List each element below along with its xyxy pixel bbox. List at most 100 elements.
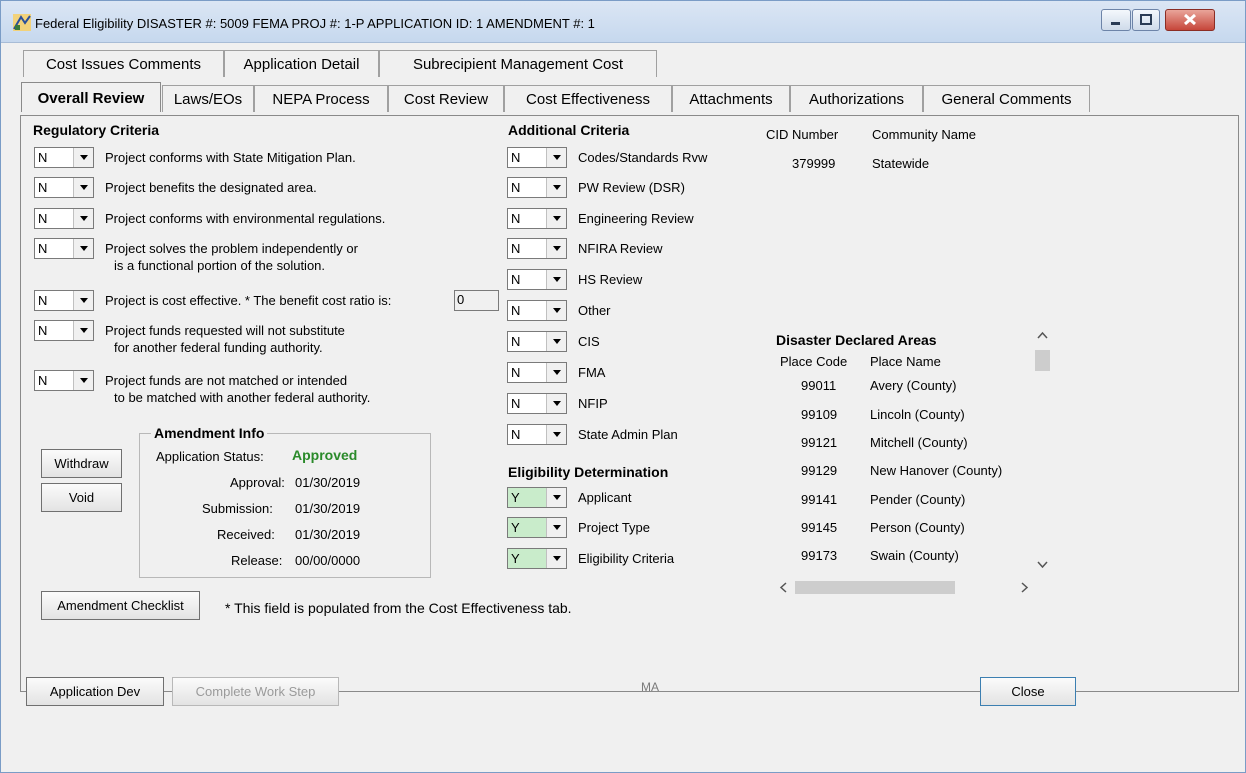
additional-label-engineering: Engineering Review — [578, 211, 694, 226]
tab-attachments[interactable]: Attachments — [672, 85, 790, 112]
tab-laws-eos[interactable]: Laws/EOs — [162, 85, 254, 112]
chevron-down-icon — [73, 148, 93, 167]
combo-value: N — [511, 150, 521, 165]
tab-overall-review[interactable]: Overall Review — [21, 82, 161, 112]
combo-value: N — [38, 293, 48, 308]
eligibility-combo-applicant[interactable]: Y — [507, 487, 567, 508]
minimize-icon — [1111, 22, 1120, 25]
withdraw-button[interactable]: Withdraw — [41, 449, 122, 478]
additional-combo-nfira[interactable]: N — [507, 238, 567, 259]
tab-application-detail[interactable]: Application Detail — [224, 50, 379, 77]
approval-date: 01/30/2019 — [295, 475, 361, 490]
tab-cost-review[interactable]: Cost Review — [388, 85, 504, 112]
place-name: Mitchell (County) — [870, 435, 968, 450]
place-code-header: Place Code — [780, 354, 848, 369]
chevron-down-icon — [73, 321, 93, 340]
tab-subrecipient-management-cost[interactable]: Subrecipient Management Cost — [379, 50, 657, 77]
eligibility-label-applicant: Applicant — [578, 490, 632, 505]
combo-value: N — [511, 427, 521, 442]
additional-label-hs: HS Review — [578, 272, 643, 287]
tab-cost-issues-comments[interactable]: Cost Issues Comments — [23, 50, 224, 77]
combo-value: Y — [511, 551, 520, 566]
regulatory-combo-5[interactable]: N — [34, 290, 94, 311]
tab-authorizations[interactable]: Authorizations — [790, 85, 923, 112]
regulatory-label-4: Project solves the problem independently… — [105, 241, 358, 256]
chevron-up-icon[interactable] — [1034, 327, 1051, 343]
application-dev-button[interactable]: Application Dev — [26, 677, 164, 706]
void-button[interactable]: Void — [41, 483, 122, 512]
chevron-down-icon[interactable] — [1034, 557, 1051, 573]
place-code: 99129 — [801, 463, 838, 478]
chevron-down-icon — [73, 209, 93, 228]
regulatory-combo-7[interactable]: N — [34, 370, 94, 391]
chevron-left-icon[interactable] — [776, 579, 792, 596]
additional-label-nfip: NFIP — [578, 396, 608, 411]
regulatory-combo-1[interactable]: N — [34, 147, 94, 168]
additional-combo-state-admin[interactable]: N — [507, 424, 567, 445]
regulatory-label-6-line2: for another federal funding authority. — [114, 340, 323, 355]
place-name: Lincoln (County) — [870, 407, 965, 422]
place-code: 99145 — [801, 520, 838, 535]
additional-combo-codes[interactable]: N — [507, 147, 567, 168]
close-icon — [1183, 13, 1197, 26]
combo-value: N — [511, 272, 521, 287]
additional-combo-pw-review[interactable]: N — [507, 177, 567, 198]
eligibility-combo-criteria[interactable]: Y — [507, 548, 567, 569]
chevron-down-icon — [546, 209, 566, 228]
regulatory-combo-3[interactable]: N — [34, 208, 94, 229]
window-close-button[interactable] — [1165, 9, 1215, 31]
place-code: 99173 — [801, 548, 838, 563]
tab-general-comments[interactable]: General Comments — [923, 85, 1090, 112]
chevron-down-icon — [546, 363, 566, 382]
additional-combo-nfip[interactable]: N — [507, 393, 567, 414]
close-button[interactable]: Close — [980, 677, 1076, 706]
combo-value: N — [38, 180, 48, 195]
benefit-cost-ratio-field: 0 — [454, 290, 499, 311]
combo-value: Y — [511, 520, 520, 535]
eligibility-combo-project-type[interactable]: Y — [507, 517, 567, 538]
additional-combo-cis[interactable]: N — [507, 331, 567, 352]
window-title: Federal Eligibility DISASTER #: 5009 FEM… — [35, 16, 595, 31]
declared-areas-horizontal-scrollbar[interactable] — [776, 579, 1034, 596]
amendment-checklist-button[interactable]: Amendment Checklist — [41, 591, 200, 620]
regulatory-combo-6[interactable]: N — [34, 320, 94, 341]
combo-value: N — [511, 303, 521, 318]
combo-value: N — [511, 396, 521, 411]
additional-combo-engineering[interactable]: N — [507, 208, 567, 229]
eligibility-label-criteria: Eligibility Criteria — [578, 551, 675, 566]
client-area: Cost Issues Comments Application Detail … — [9, 43, 1241, 768]
maximize-button[interactable] — [1132, 9, 1160, 31]
regulatory-label-7-line2: to be matched with another federal autho… — [114, 390, 371, 405]
horizontal-scroll-thumb[interactable] — [795, 581, 955, 594]
regulatory-label-2: Project benefits the designated area. — [105, 180, 317, 195]
declared-areas-vertical-scrollbar[interactable] — [1034, 325, 1051, 577]
release-label: Release: — [231, 553, 283, 568]
received-label: Received: — [217, 527, 275, 542]
regulatory-combo-4[interactable]: N — [34, 238, 94, 259]
combo-value: N — [511, 211, 521, 226]
eligibility-label-project-type: Project Type — [578, 520, 651, 535]
additional-label-codes: Codes/Standards Rvw — [578, 150, 708, 165]
federal-eligibility-window: Federal Eligibility DISASTER #: 5009 FEM… — [0, 0, 1246, 773]
chevron-down-icon — [546, 425, 566, 444]
minimize-button[interactable] — [1101, 9, 1131, 31]
regulatory-combo-2[interactable]: N — [34, 177, 94, 198]
chevron-down-icon — [546, 332, 566, 351]
amendment-info-heading: Amendment Info — [151, 425, 268, 441]
regulatory-criteria-heading: Regulatory Criteria — [33, 122, 160, 138]
place-name: Avery (County) — [870, 378, 957, 393]
tab-nepa-process[interactable]: NEPA Process — [254, 85, 388, 112]
additional-combo-other[interactable]: N — [507, 300, 567, 321]
additional-combo-hs[interactable]: N — [507, 269, 567, 290]
vertical-scroll-thumb[interactable] — [1035, 350, 1050, 371]
combo-value: N — [38, 373, 48, 388]
tab-cost-effectiveness[interactable]: Cost Effectiveness — [504, 85, 672, 112]
chevron-right-icon[interactable] — [1016, 579, 1032, 596]
place-code: 99109 — [801, 407, 838, 422]
combo-value: N — [511, 241, 521, 256]
place-name-header: Place Name — [870, 354, 941, 369]
additional-combo-fma[interactable]: N — [507, 362, 567, 383]
chevron-down-icon — [546, 178, 566, 197]
additional-label-cis: CIS — [578, 334, 600, 349]
chevron-down-icon — [546, 518, 566, 537]
